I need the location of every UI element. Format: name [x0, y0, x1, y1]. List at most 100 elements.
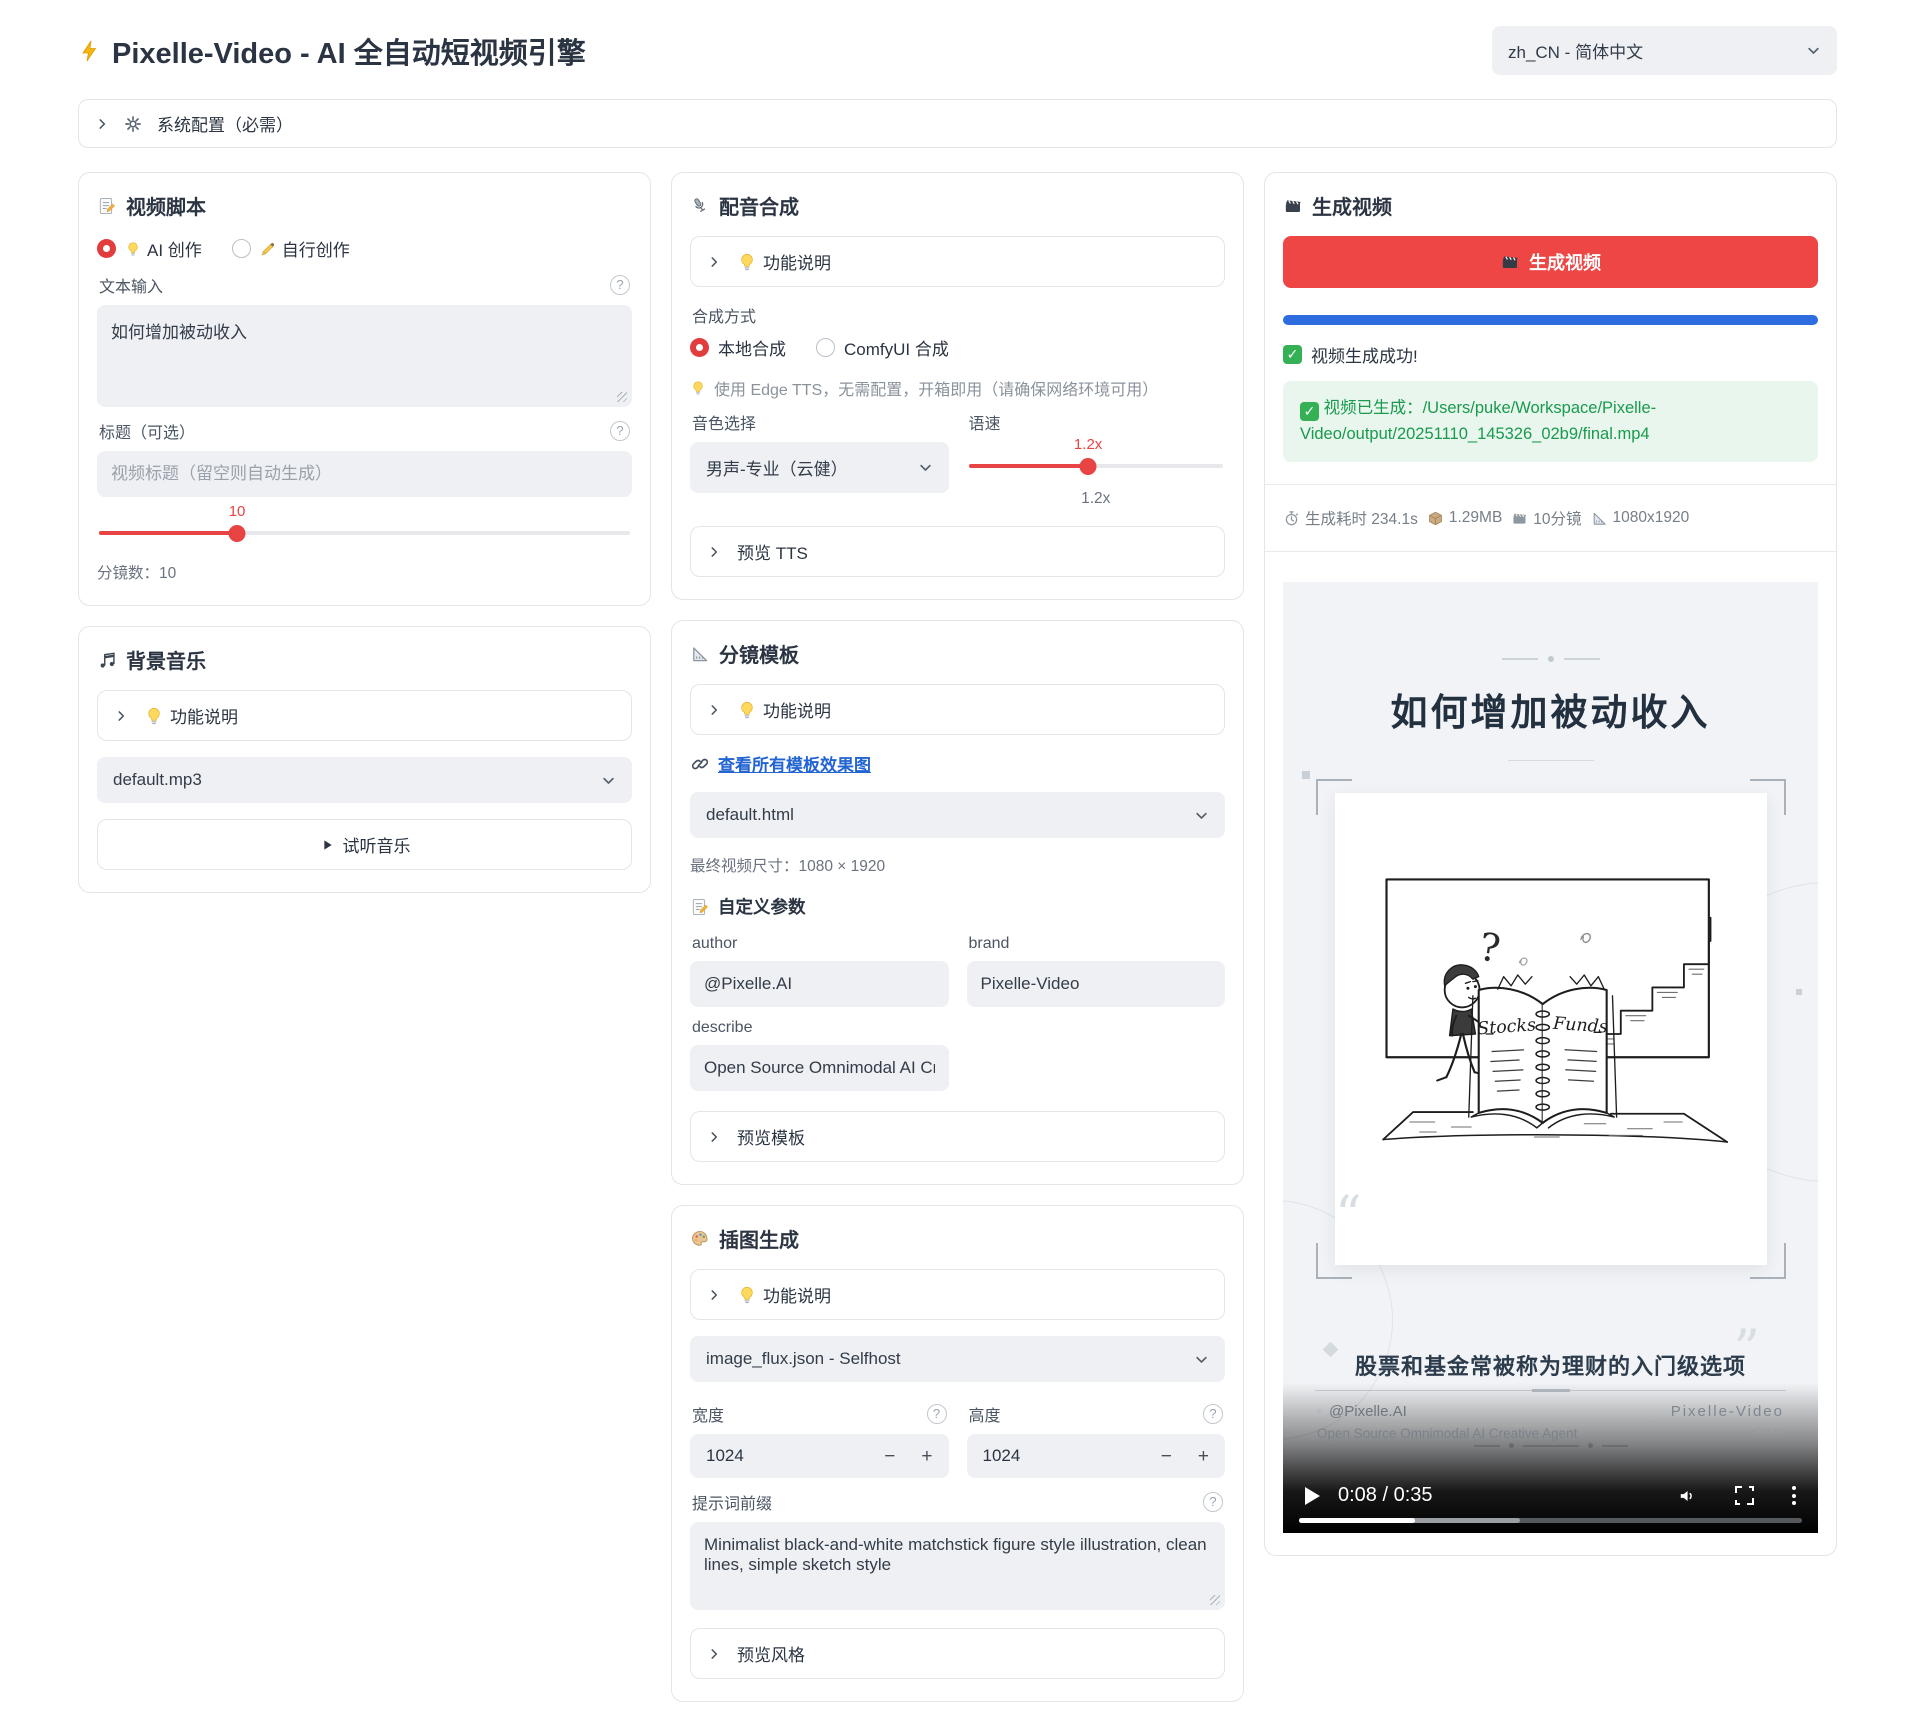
script-mode-radios: AI 创作 自行创作: [97, 236, 632, 261]
slider-handle[interactable]: [1080, 458, 1097, 475]
radio-dot-selected: [97, 239, 116, 258]
script-text-input[interactable]: 如何增加被动收入: [97, 305, 632, 407]
height-increment[interactable]: +: [1198, 1447, 1209, 1466]
workflow-select[interactable]: image_flux.json - Selfhost: [690, 1336, 1225, 1382]
author-input[interactable]: [690, 961, 949, 1007]
chevron-right-icon: [707, 255, 721, 269]
result-path-box: ✓ 视频已生成：/Users/puke/Workspace/Pixelle-Vi…: [1283, 381, 1818, 462]
played-bar: [1299, 1518, 1415, 1523]
chevron-right-icon: [95, 117, 109, 131]
play-music-button[interactable]: 试听音乐: [97, 819, 632, 870]
shot-count-slider[interactable]: 10: [99, 531, 630, 535]
slider-value: 1.2x: [1074, 436, 1102, 453]
shot-count-text: 分镜数：10: [97, 561, 632, 583]
voice-select[interactable]: 男声-专业（云健）: [690, 442, 949, 493]
prompt-prefix-label: 提示词前缀: [692, 1490, 772, 1514]
voice-select-label: 音色选择: [692, 410, 756, 434]
bulb-icon: [144, 706, 164, 726]
system-config-accordion[interactable]: 系统配置（必需）: [78, 99, 1837, 148]
chevron-right-icon: [707, 703, 721, 717]
width-decrement[interactable]: −: [884, 1447, 895, 1466]
width-increment[interactable]: +: [921, 1447, 932, 1466]
voice-synth-title: 配音合成: [690, 191, 1225, 220]
triangle-ruler-icon: [690, 644, 710, 664]
illustration-zone: Stocks Funds ?: [1316, 779, 1786, 1279]
page-title: Pixelle-Video - AI 全自动短视频引擎: [78, 30, 586, 72]
music-help-accordion[interactable]: 功能说明: [97, 690, 632, 741]
play-button[interactable]: [1305, 1487, 1320, 1505]
radio-comfyui-synth[interactable]: ComfyUI 合成: [816, 335, 949, 360]
describe-input[interactable]: [690, 1045, 949, 1091]
clapper-icon: [1500, 252, 1520, 272]
bulb-icon: [737, 700, 757, 720]
radio-ai-create[interactable]: AI 创作: [97, 236, 202, 261]
template-help-accordion[interactable]: 功能说明: [690, 684, 1225, 735]
chevron-right-icon: [114, 709, 128, 723]
video-brand: Pixelle-Video: [1671, 1403, 1784, 1420]
prompt-prefix-input[interactable]: Minimalist black-and-white matchstick fi…: [690, 1522, 1225, 1610]
clapper-icon: [1511, 510, 1528, 527]
voice-help-accordion[interactable]: 功能说明: [690, 236, 1225, 287]
illustration-card: Stocks Funds ?: [1335, 793, 1767, 1265]
help-icon[interactable]: ?: [610, 421, 630, 441]
radio-local-synth[interactable]: 本地合成: [690, 335, 786, 360]
template-preview-accordion[interactable]: 预览模板: [690, 1111, 1225, 1162]
help-icon[interactable]: ?: [1203, 1492, 1223, 1512]
slider-fill: [99, 531, 237, 535]
link-icon: [690, 754, 710, 774]
width-input[interactable]: [706, 1446, 842, 1466]
check-icon: ✓: [1300, 402, 1319, 421]
generate-title: 生成视频: [1283, 191, 1818, 220]
speed-label: 语速: [969, 410, 1001, 434]
chevron-down-icon: [1194, 808, 1209, 823]
view-templates-link[interactable]: 查看所有模板效果图: [718, 751, 871, 776]
video-author-sub: Open Source Omnimodal AI Creative Agent: [1317, 1426, 1577, 1441]
help-icon[interactable]: ?: [610, 275, 630, 295]
app-page: Pixelle-Video - AI 全自动短视频引擎 zh_CN - 简体中文…: [0, 0, 1915, 1732]
book-right-label: Funds: [1551, 1014, 1608, 1038]
microphone-icon: [690, 196, 710, 216]
chevron-right-icon: [707, 545, 721, 559]
height-input[interactable]: [983, 1446, 1119, 1466]
volume-icon[interactable]: [1677, 1486, 1697, 1506]
help-icon[interactable]: ?: [1203, 1404, 1223, 1424]
panel-storyboard-template: 分镜模板 功能说明 查看所有模板效果图 default.html: [671, 620, 1244, 1185]
seek-bar[interactable]: [1299, 1518, 1802, 1523]
video-title-input[interactable]: [97, 451, 632, 497]
book-left-label: Stocks: [1476, 1015, 1536, 1039]
title-optional-label: 标题（可选）: [99, 419, 195, 443]
video-player[interactable]: 如何增加被动收入: [1283, 582, 1818, 1533]
template-file-select[interactable]: default.html: [690, 792, 1225, 838]
memo-icon: [690, 897, 710, 917]
help-icon[interactable]: ?: [927, 1404, 947, 1424]
speed-slider[interactable]: 1.2x: [969, 464, 1224, 468]
video-headline: 如何增加被动收入: [1283, 682, 1818, 736]
height-decrement[interactable]: −: [1161, 1447, 1172, 1466]
fullscreen-icon[interactable]: [1735, 1486, 1754, 1505]
radio-self-create[interactable]: 自行创作: [232, 236, 350, 261]
tts-preview-accordion[interactable]: 预览 TTS: [690, 526, 1225, 577]
radio-dot: [232, 239, 251, 258]
generation-stats: 生成耗时 234.1s 1.29MB 10分镜 1080x1920: [1283, 507, 1818, 529]
music-file-select[interactable]: default.mp3: [97, 757, 632, 803]
illustration-help-accordion[interactable]: 功能说明: [690, 1269, 1225, 1320]
generate-video-button[interactable]: 生成视频: [1283, 236, 1818, 288]
check-icon: ✓: [1283, 345, 1302, 364]
author-label: author: [692, 935, 737, 953]
more-options-icon[interactable]: [1792, 1486, 1796, 1505]
language-select[interactable]: zh_CN - 简体中文: [1492, 26, 1837, 75]
brand-input[interactable]: [967, 961, 1226, 1007]
radio-dot-selected: [690, 338, 709, 357]
slider-handle[interactable]: [229, 525, 246, 542]
style-preview-accordion[interactable]: 预览风格: [690, 1628, 1225, 1679]
custom-params-title: 自定义参数: [690, 894, 1225, 919]
package-icon: [1427, 510, 1444, 527]
chevron-down-icon: [601, 773, 616, 788]
video-footer: @Pixelle.AI Open Source Omnimodal AI Cre…: [1317, 1403, 1784, 1441]
music-note-icon: [97, 650, 117, 670]
triangle-ruler-icon: [1591, 510, 1608, 527]
final-size-note: 最终视频尺寸：1080 × 1920: [690, 854, 1225, 876]
open-quote-mark: “: [1335, 1190, 1362, 1242]
tts-hint: 使用 Edge TTS，无需配置，开箱即用（请确保网络环境可用）: [714, 376, 1158, 400]
bulb-icon: [737, 252, 757, 272]
